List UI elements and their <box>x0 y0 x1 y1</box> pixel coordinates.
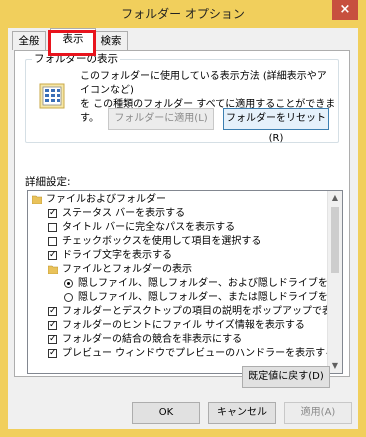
tree-row-label: フォルダーのヒントにファイル サイズ情報を表示する <box>62 320 305 331</box>
window-title: フォルダー オプション <box>121 7 245 21</box>
restore-defaults-button[interactable]: 既定値に戻す(D) <box>242 366 330 388</box>
tree-row-label: ファイルとフォルダーの表示 <box>62 264 192 275</box>
tree-row-label: ファイルおよびフォルダー <box>46 194 166 205</box>
scroll-up-icon[interactable]: ▲ <box>328 191 342 205</box>
tree-row-label: プレビュー ウィンドウでプレビューのハンドラーを表示する <box>62 348 336 359</box>
cancel-button[interactable]: キャンセル <box>208 402 276 424</box>
radio-selected[interactable] <box>64 279 73 288</box>
tab-search-label: 検索 <box>100 35 122 47</box>
advanced-settings-tree[interactable]: ファイルおよびフォルダー ✓ ステータス バーを表示する タイトル バーに完全な… <box>27 190 343 374</box>
tree-row-label: フォルダーの結合の競合を非表示にする <box>62 334 243 345</box>
scrollbar-thumb[interactable] <box>331 207 339 273</box>
folder-views-group: フォルダーの表示 このフォルダーに使用している表示方法 (詳細表示やアイコンなど… <box>25 53 339 144</box>
advanced-settings-label: 詳細設定: <box>25 176 71 188</box>
checkbox-checked[interactable]: ✓ <box>48 251 57 260</box>
apply-to-folders-button[interactable]: フォルダーに適用(L) <box>108 108 214 130</box>
tab-general[interactable]: 全般 <box>12 31 46 50</box>
folder-view-icon <box>39 83 65 109</box>
checkbox-checked[interactable]: ✓ <box>48 335 57 344</box>
dialog-body: 全般 表示 検索 フォルダーの表示 このフォルダーに使用している表示方法 (詳細… <box>8 28 358 429</box>
reset-folders-button[interactable]: フォルダーをリセット(R) <box>223 108 329 144</box>
checkbox-unchecked[interactable] <box>48 237 57 246</box>
title-bar: フォルダー オプション × <box>0 0 366 28</box>
checkbox-checked[interactable]: ✓ <box>48 321 57 330</box>
checkbox-checked[interactable]: ✓ <box>48 209 57 218</box>
tree-row-label: チェックボックスを使用して項目を選択する <box>62 236 262 247</box>
folder-icon <box>48 265 58 274</box>
tree-row-label: 隠しファイル、隠しフォルダー、および隠しドライブを表示する <box>78 278 343 289</box>
radio-unselected[interactable] <box>64 293 73 302</box>
checkbox-checked[interactable]: ✓ <box>48 349 57 358</box>
view-tab-panel: フォルダーの表示 このフォルダーに使用している表示方法 (詳細表示やアイコンなど… <box>14 50 350 377</box>
checkbox-unchecked[interactable] <box>48 223 57 232</box>
tab-general-label: 全般 <box>18 35 40 47</box>
scroll-down-icon[interactable]: ▼ <box>328 359 342 373</box>
tree-row-label: ドライブ文字を表示する <box>62 250 172 261</box>
close-button[interactable]: × <box>332 0 358 20</box>
tree-row-label: ステータス バーを表示する <box>62 208 186 219</box>
view-tab-highlight <box>48 30 96 56</box>
tab-search[interactable]: 検索 <box>94 31 128 50</box>
ok-button[interactable]: OK <box>132 402 200 424</box>
close-icon: × <box>339 2 351 17</box>
folder-icon <box>32 195 42 204</box>
vertical-scrollbar[interactable]: ▲ ▼ <box>327 191 342 373</box>
apply-button[interactable]: 適用(A) <box>284 402 352 424</box>
tree-row-label: タイトル バーに完全なパスを表示する <box>62 222 236 233</box>
checkbox-checked[interactable]: ✓ <box>48 307 57 316</box>
description-line-1: このフォルダーに使用している表示方法 (詳細表示やアイコンなど) <box>80 71 327 96</box>
tree-row-label: フォルダーとデスクトップの項目の説明をポップアップで表示する <box>62 306 343 317</box>
tree-row-label: 隠しファイル、隠しフォルダー、または隠しドライブを表示しない <box>78 292 342 303</box>
